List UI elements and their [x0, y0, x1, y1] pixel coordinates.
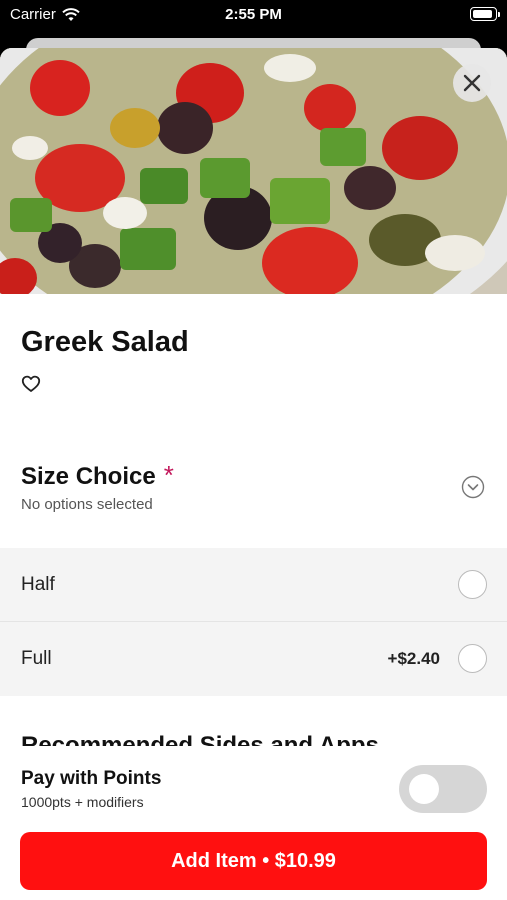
pay-with-points-toggle[interactable]	[399, 765, 487, 813]
required-marker: *	[163, 460, 174, 490]
option-label: Half	[21, 574, 55, 595]
option-radio[interactable]	[458, 570, 487, 599]
salad-photo	[0, 48, 507, 294]
toggle-knob	[409, 774, 439, 804]
add-item-button[interactable]: Add Item • $10.99	[20, 832, 487, 890]
pay-with-points-subtitle: 1000pts + modifiers	[21, 794, 144, 810]
item-title: Greek Salad	[21, 326, 189, 358]
size-options-list: Half Full +$2.40	[0, 548, 507, 696]
checkout-panel: Pay with Points 1000pts + modifiers Add …	[0, 746, 507, 900]
option-half[interactable]: Half	[0, 548, 507, 622]
option-price: +$2.40	[387, 649, 440, 668]
option-full[interactable]: Full +$2.40	[0, 622, 507, 696]
size-choice-title: Size Choice	[21, 463, 156, 490]
status-bar: Carrier 2:55 PM	[0, 0, 507, 30]
chevron-down-icon[interactable]	[461, 475, 485, 499]
size-choice-status: No options selected	[21, 496, 153, 513]
close-button[interactable]	[453, 64, 491, 102]
item-photo	[0, 48, 507, 294]
clock: 2:55 PM	[225, 6, 282, 23]
battery-icon	[470, 7, 500, 21]
close-icon	[463, 74, 481, 92]
item-detail-sheet: Greek Salad Size Choice * No options sele…	[0, 48, 507, 900]
pay-with-points-title: Pay with Points	[21, 768, 162, 789]
option-label: Full	[21, 648, 52, 669]
favorite-heart-icon[interactable]	[21, 374, 41, 394]
size-choice-header[interactable]: Size Choice *	[21, 460, 174, 491]
option-radio[interactable]	[458, 644, 487, 673]
